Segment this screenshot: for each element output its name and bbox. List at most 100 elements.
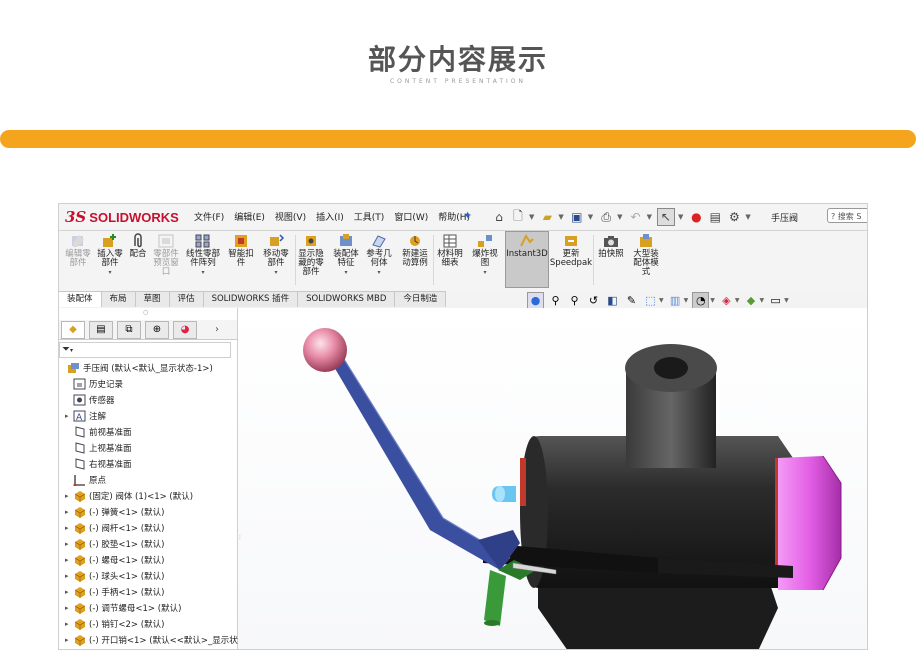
move-component-dropdown-icon[interactable]: ▾ [274,268,277,277]
tree-root-assembly[interactable]: 手压阀 (默认<默认_显示状态-1>) [59,360,213,376]
undo-dropdown-icon[interactable]: ▼ [647,213,652,221]
view-settings-dropdown-icon[interactable]: ▼ [784,297,789,304]
apply-scene-icon[interactable]: ◆ [744,293,759,308]
more-tabs-chevron-icon[interactable]: › [215,324,219,335]
display-style-dropdown-icon[interactable]: ▼ [684,297,689,304]
insert-component-dropdown-icon[interactable]: ▾ [108,268,111,277]
panel-grip-icon[interactable]: ○ [143,309,148,316]
open-dropdown-icon[interactable]: ▼ [558,213,563,221]
menu-edit[interactable]: 编辑(E) [229,210,270,223]
tree-item-front-plane[interactable]: 前视基准面 [65,424,132,440]
tree-item-component[interactable]: ▸ (-) 开口销<1> (默认<<默认>_显示状态 [65,632,246,648]
tree-item-right-plane[interactable]: 右视基准面 [65,456,132,472]
menu-view[interactable]: 视图(V) [270,210,311,223]
menu-file[interactable]: 文件(F) [189,210,229,223]
view-settings-monitor-icon[interactable]: ▭ [768,293,783,308]
tree-expand-chevron-icon[interactable]: ▸ [65,556,73,564]
previous-view-icon[interactable]: ↺ [586,293,601,308]
undo-icon[interactable]: ↶ [628,209,644,225]
linear-pattern-dropdown-icon[interactable]: ▾ [201,268,204,277]
menu-insert[interactable]: 插入(I) [311,210,349,223]
exploded-view-dropdown-icon[interactable]: ▾ [483,268,486,277]
feature-manager-tab-icon[interactable]: ◆ [61,320,85,339]
section-view-icon[interactable]: ◧ [605,293,620,308]
tab-evaluate[interactable]: 评估 [169,291,204,307]
tree-item-origin[interactable]: 原点 [65,472,106,488]
bill-of-materials-button[interactable]: 材料明 细表 [435,233,465,268]
tab-layout[interactable]: 布局 [101,291,136,307]
save-icon[interactable]: ▣ [569,209,585,225]
hide-show-items-icon[interactable]: ◔ [692,292,710,309]
component-preview-button[interactable]: 零部件 预览窗 口 [151,233,181,277]
show-hidden-components-button[interactable]: 显示隐 藏的零 部件 [295,233,327,277]
edit-appearance-icon[interactable]: ◈ [719,293,734,308]
new-document-icon[interactable]: 🗋 [510,209,526,225]
property-manager-tab-icon[interactable]: ▤ [89,320,113,339]
exploded-view-button[interactable]: 爆炸视 图 ▾ [469,233,501,277]
file-properties-icon[interactable]: ▤ [707,209,723,225]
assembly-features-dropdown-icon[interactable]: ▾ [344,268,347,277]
zoom-to-fit-icon[interactable]: ⚲ [548,293,563,308]
take-snapshot-button[interactable]: 拍快照 [597,233,625,259]
tab-sketch[interactable]: 草图 [135,291,170,307]
print-icon[interactable]: ⎙ [598,209,614,225]
linear-pattern-button[interactable]: 线性零部 件阵列 ▾ [183,233,223,277]
edit-component-button[interactable]: 编辑零 部件 [63,233,93,268]
options-gear-icon[interactable]: ⚙ [726,209,742,225]
view-orientation-dropdown-icon[interactable]: ▼ [659,297,664,304]
new-dropdown-icon[interactable]: ▼ [529,213,534,221]
tree-expand-chevron-icon[interactable]: ▸ [65,636,73,644]
display-manager-tab-icon[interactable]: ◕ [173,320,197,339]
select-cursor-icon[interactable]: ↖ [656,208,675,226]
tree-expand-chevron-icon[interactable]: ▸ [65,620,73,628]
tree-item-component[interactable]: ▸ (-) 手柄<1> (默认) [65,584,164,600]
tab-manufacturing-today[interactable]: 今日制造 [395,291,447,307]
tree-item-component[interactable]: ▸ (-) 弹簧<1> (默认) [65,504,164,520]
tree-expand-chevron-icon[interactable]: ▸ [65,508,73,516]
tree-expand-chevron-icon[interactable]: ▸ [65,492,73,500]
dimxpert-tab-icon[interactable]: ⊕ [145,320,169,339]
move-component-button[interactable]: 移动零 部件 ▾ [259,233,293,277]
solidworks-logo[interactable]: 3S SOLIDWORKS [65,208,179,226]
hide-show-dropdown-icon[interactable]: ▼ [710,297,715,304]
reference-geometry-button[interactable]: 参考几 何体 ▾ [363,233,395,277]
smart-fasteners-button[interactable]: 智能扣 件 [225,233,257,268]
appearance-dropdown-icon[interactable]: ▼ [735,297,740,304]
tree-expand-chevron-icon[interactable]: ▸ [65,588,73,596]
tab-solidworks-mbd[interactable]: SOLIDWORKS MBD [298,291,396,307]
assembly-features-button[interactable]: 装配体 特征 ▾ [331,233,361,277]
tree-filter-icon[interactable]: ⏷▾ [59,342,231,358]
options-dropdown-icon[interactable]: ▼ [745,213,750,221]
tree-expand-chevron-icon[interactable]: ▸ [65,412,73,420]
tree-item-component[interactable]: ▸ (-) 球头<1> (默认) [65,568,164,584]
traffic-light-icon[interactable]: ● [688,209,704,225]
insert-component-button[interactable]: 插入零 部件 ▾ [95,233,125,277]
tree-item-component[interactable]: ▸ (-) 销钉<2> (默认) [65,616,164,632]
tree-item-annotations[interactable]: ▸ A 注解 [65,408,106,424]
tree-expand-chevron-icon[interactable]: ▸ [65,540,73,548]
large-assembly-mode-button[interactable]: 大型装 配体模 式 [629,233,663,277]
scene-dropdown-icon[interactable]: ▼ [760,297,765,304]
tree-item-component[interactable]: ▸ (固定) 阀体 (1)<1> (默认) [65,488,193,504]
menu-window[interactable]: 窗口(W) [389,210,433,223]
save-dropdown-icon[interactable]: ▼ [588,213,593,221]
print-dropdown-icon[interactable]: ▼ [617,213,622,221]
home-icon[interactable]: ⌂ [491,209,507,225]
reference-geometry-dropdown-icon[interactable]: ▾ [377,268,380,277]
pin-icon[interactable]: ✦ [463,209,472,222]
search-input[interactable]: ? 搜索 S [827,208,867,223]
mate-button[interactable]: 配合 [127,233,149,259]
tree-expand-chevron-icon[interactable]: ▸ [65,572,73,580]
tree-expand-chevron-icon[interactable]: ▸ [65,604,73,612]
update-speedpak-button[interactable]: 更新 Speedpak [550,233,592,268]
select-dropdown-icon[interactable]: ▼ [678,213,683,221]
configuration-manager-tab-icon[interactable]: ⧉ [117,320,141,339]
tree-item-sensors[interactable]: 传感器 [65,392,115,408]
tree-expand-chevron-icon[interactable]: ▸ [65,524,73,532]
tree-item-top-plane[interactable]: 上视基准面 [65,440,132,456]
instant3d-button[interactable]: Instant3D [505,233,549,259]
graphics-area[interactable] [238,308,867,649]
tab-assembly[interactable]: 装配体 [59,291,102,307]
view-orientation-icon[interactable]: ● [527,292,544,309]
tree-item-component[interactable]: ▸ (-) 阀杆<1> (默认) [65,520,164,536]
